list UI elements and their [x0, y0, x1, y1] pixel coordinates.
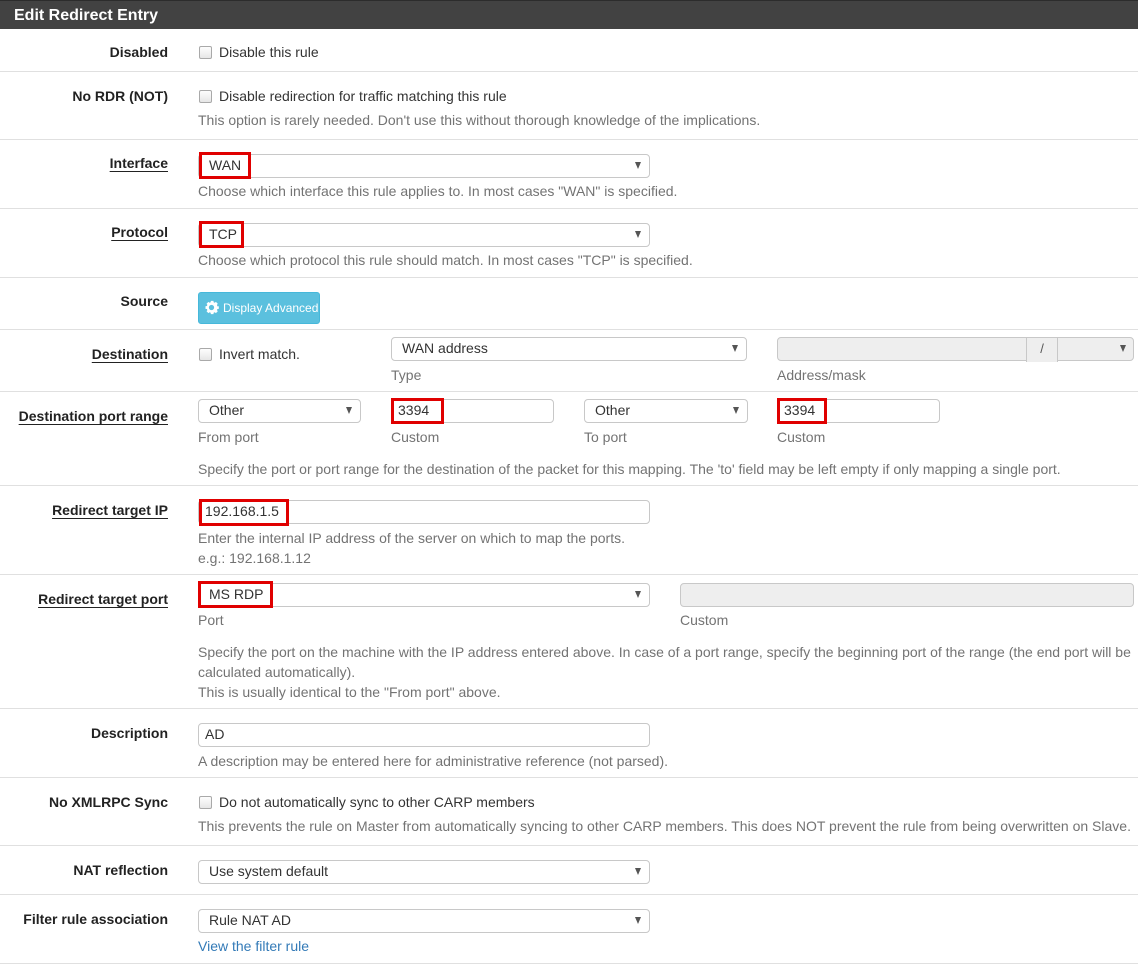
chevron-down-icon: [635, 231, 641, 238]
nordr-label: No RDR (NOT): [72, 88, 168, 104]
dest-port-help: Specify the port or port range for the d…: [198, 461, 1061, 477]
chevron-down-icon: [1120, 345, 1126, 352]
xmlrpc-label: No XMLRPC Sync: [48, 794, 168, 810]
description-value: AD: [205, 726, 225, 742]
description-label: Description: [90, 725, 168, 741]
xmlrpc-help: This prevents the rule on Master from au…: [198, 818, 1131, 834]
highlight-box: [391, 398, 444, 424]
highlight-box: [199, 499, 289, 526]
target-port-custom-sub: Custom: [680, 612, 729, 628]
display-advanced-button[interactable]: Display Advanced: [198, 292, 320, 324]
nat-reflection-value: Use system default: [209, 863, 329, 879]
from-port-select[interactable]: Other: [198, 399, 361, 423]
chevron-down-icon: [733, 407, 739, 414]
chevron-down-icon: [635, 162, 641, 169]
row-description: Description AD A description may be ente…: [0, 709, 1138, 778]
dest-port-label: Destination port range: [18, 408, 168, 424]
display-advanced-label: Display Advanced: [223, 301, 319, 315]
protocol-label: Protocol: [111, 224, 168, 240]
target-port-help-2: calculated automatically).: [198, 664, 356, 680]
highlight-box: [777, 398, 827, 424]
row-interface: Interface WAN Choose which interface thi…: [0, 140, 1138, 209]
interface-label: Interface: [109, 155, 168, 171]
target-ip-example: e.g.: 192.168.1.12: [198, 550, 311, 566]
filter-assoc-value: Rule NAT AD: [209, 912, 291, 928]
to-port-sub: To port: [584, 429, 627, 445]
highlight-box: [198, 581, 273, 608]
destination-address-sub: Address/mask: [777, 367, 866, 383]
protocol-select[interactable]: TCP: [198, 223, 650, 247]
to-port-select[interactable]: Other: [584, 399, 748, 423]
mask-select[interactable]: [1058, 338, 1134, 360]
chevron-down-icon: [346, 407, 352, 414]
description-input[interactable]: AD: [198, 723, 650, 747]
nat-reflection-label: NAT reflection: [73, 862, 168, 878]
destination-type-value: WAN address: [402, 340, 488, 356]
row-disabled: Disabled Disable this rule: [0, 29, 1138, 72]
highlight-box: [199, 152, 251, 179]
panel-title: Edit Redirect Entry: [0, 0, 1138, 29]
interface-help: Choose which interface this rule applies…: [198, 183, 678, 199]
row-xmlrpc: No XMLRPC Sync Do not automatically sync…: [0, 778, 1138, 846]
from-port-sub: From port: [198, 429, 259, 445]
target-ip-help: Enter the internal IP address of the ser…: [198, 530, 625, 546]
disabled-checkbox-label: Disable this rule: [219, 44, 319, 60]
interface-select[interactable]: WAN: [198, 154, 650, 178]
disabled-label: Disabled: [109, 44, 168, 60]
chevron-down-icon: [635, 591, 641, 598]
destination-type-select[interactable]: WAN address: [391, 337, 747, 361]
from-port-value: Other: [209, 402, 245, 418]
chevron-down-icon: [732, 345, 738, 352]
row-dest-port: Destination port range Other From port 3…: [0, 392, 1138, 486]
row-target-ip: Redirect target IP 192.168.1.5 Enter the…: [0, 486, 1138, 575]
nordr-checkbox[interactable]: [199, 90, 212, 103]
chevron-down-icon: [635, 868, 641, 875]
target-port-help-3: This is usually identical to the "From p…: [198, 684, 501, 700]
invert-match-checkbox[interactable]: [199, 348, 212, 361]
mask-separator: /: [1026, 338, 1058, 362]
row-filter-assoc: Filter rule association Rule NAT AD View…: [0, 895, 1138, 964]
nat-reflection-select[interactable]: Use system default: [198, 860, 650, 884]
row-destination: Destination Invert match. WAN address Ty…: [0, 330, 1138, 392]
target-port-custom-input[interactable]: [680, 583, 1134, 607]
invert-match-label: Invert match.: [219, 346, 300, 362]
row-nat-reflection: NAT reflection Use system default: [0, 846, 1138, 895]
highlight-box: [199, 221, 244, 248]
filter-assoc-label: Filter rule association: [23, 911, 168, 927]
protocol-help: Choose which protocol this rule should m…: [198, 252, 693, 268]
description-help: A description may be entered here for ad…: [198, 753, 669, 769]
target-port-label: Redirect target port: [38, 591, 168, 607]
xmlrpc-checkbox-label: Do not automatically sync to other CARP …: [219, 794, 535, 810]
destination-address-input[interactable]: /: [777, 337, 1134, 362]
view-filter-rule-link[interactable]: View the filter rule: [198, 938, 309, 954]
row-source: Source Display Advanced: [0, 278, 1138, 330]
xmlrpc-checkbox[interactable]: [199, 796, 212, 809]
row-target-port: Redirect target port MS RDP Port Custom …: [0, 575, 1138, 709]
source-label: Source: [120, 293, 168, 309]
from-custom-sub: Custom: [391, 429, 440, 445]
destination-label: Destination: [91, 346, 168, 362]
nordr-checkbox-label: Disable redirection for traffic matching…: [219, 88, 507, 104]
row-nordr: No RDR (NOT) Disable redirection for tra…: [0, 72, 1138, 140]
filter-assoc-select[interactable]: Rule NAT AD: [198, 909, 650, 933]
target-port-sub: Port: [198, 612, 224, 628]
disabled-checkbox[interactable]: [199, 46, 212, 59]
nordr-help: This option is rarely needed. Don't use …: [198, 112, 761, 128]
target-ip-label: Redirect target IP: [52, 502, 168, 518]
chevron-down-icon: [635, 917, 641, 924]
row-protocol: Protocol TCP Choose which protocol this …: [0, 209, 1138, 278]
to-custom-sub: Custom: [777, 429, 826, 445]
to-port-value: Other: [595, 402, 631, 418]
gear-icon: [205, 300, 219, 315]
target-port-help-1: Specify the port on the machine with the…: [198, 644, 1131, 660]
destination-type-sub: Type: [391, 367, 422, 383]
